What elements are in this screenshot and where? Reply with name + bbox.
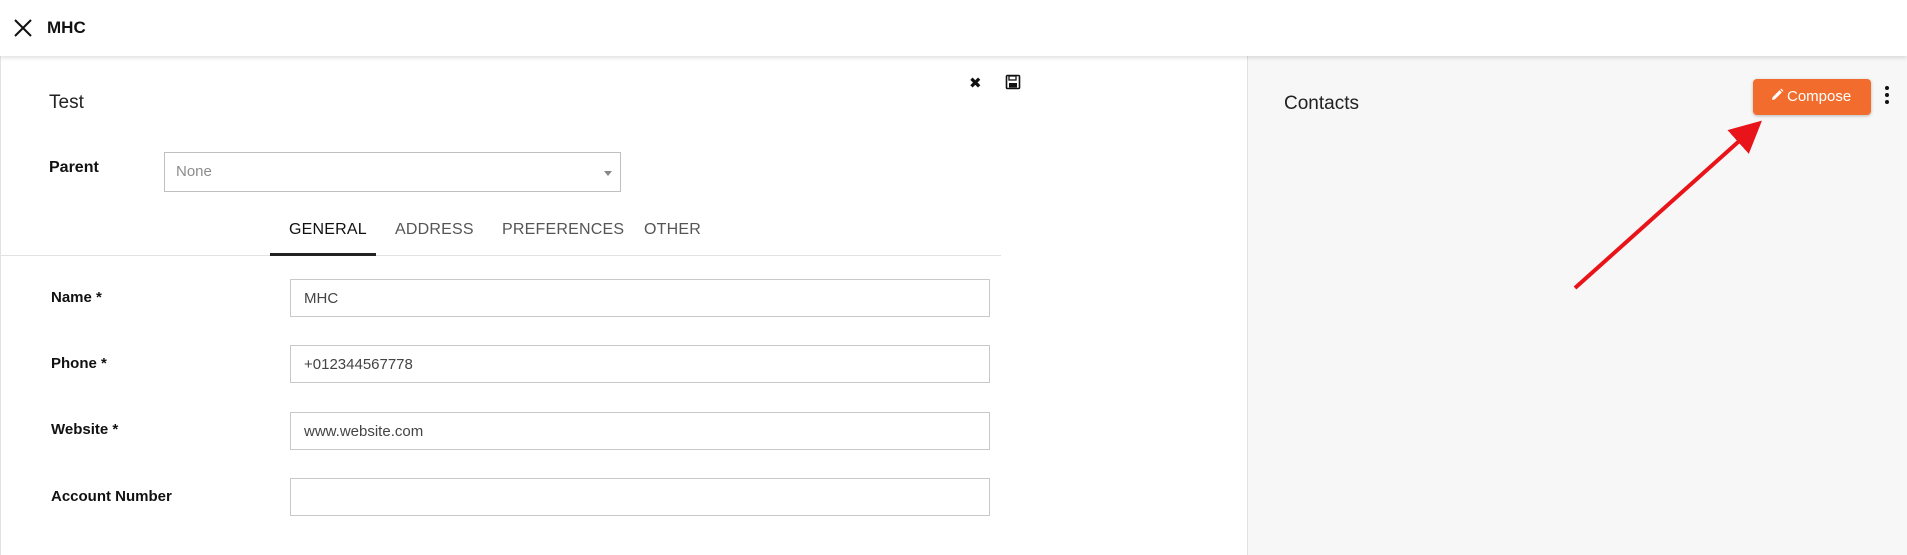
compose-button[interactable]: Compose: [1753, 79, 1871, 115]
app-title: MHC: [47, 18, 86, 37]
record-panel: Test ✖ Parent None GENERAL ADDRESS PREFE…: [0, 56, 1248, 555]
tab-address[interactable]: ADDRESS: [395, 221, 474, 239]
name-field-value: MHC: [304, 290, 339, 307]
tab-general[interactable]: GENERAL: [289, 221, 367, 239]
record-title: Test: [49, 92, 84, 113]
contacts-title: Contacts: [1284, 93, 1359, 114]
name-field[interactable]: MHC: [290, 279, 990, 317]
phone-field-value: +012344567778: [304, 356, 413, 373]
parent-select[interactable]: None: [164, 152, 621, 192]
active-tab-indicator: [270, 253, 376, 256]
vertical-ellipsis-icon: [1882, 86, 1892, 104]
website-label: Website *: [51, 421, 119, 438]
times-icon: ✖: [969, 75, 982, 92]
cancel-button[interactable]: ✖: [969, 74, 982, 92]
tabs-divider: [1, 255, 1001, 256]
save-button[interactable]: [1005, 74, 1021, 90]
parent-label: Parent: [49, 159, 99, 176]
website-field-value: www.website.com: [304, 423, 424, 440]
website-field[interactable]: www.website.com: [290, 412, 990, 450]
account-number-field[interactable]: [290, 478, 990, 516]
phone-field[interactable]: +012344567778: [290, 345, 990, 383]
parent-select-value: None: [176, 163, 212, 180]
chevron-down-icon: [604, 171, 612, 176]
tab-preferences[interactable]: PREFERENCES: [502, 221, 624, 239]
floppy-disk-icon: [1005, 74, 1021, 90]
close-icon[interactable]: [12, 17, 34, 39]
more-options-button[interactable]: [1882, 86, 1892, 108]
name-label: Name *: [51, 289, 102, 306]
pencil-icon: [1772, 88, 1784, 100]
phone-label: Phone *: [51, 355, 107, 372]
tab-other[interactable]: OTHER: [644, 221, 701, 239]
compose-button-label: Compose: [1787, 88, 1852, 105]
account-number-label: Account Number: [51, 488, 172, 505]
top-bar: MHC: [0, 0, 1907, 56]
contacts-panel: Contacts Compose: [1248, 56, 1907, 555]
